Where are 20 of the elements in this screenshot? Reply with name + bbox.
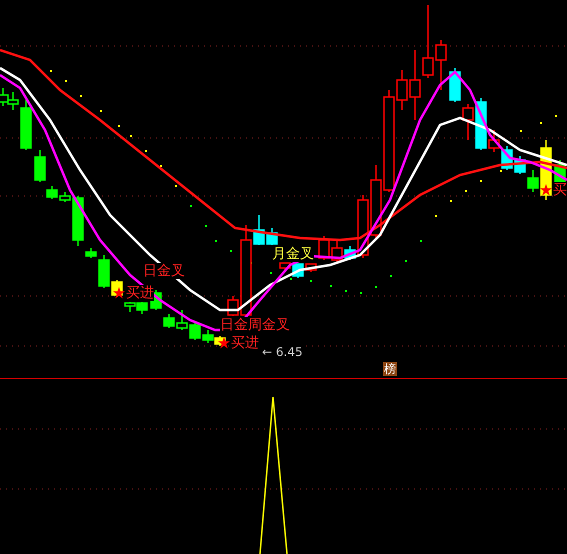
candlestick bbox=[202, 330, 214, 343]
signal-label: 买 bbox=[553, 182, 567, 198]
candlestick bbox=[46, 186, 58, 199]
signal-label: 日金叉 bbox=[143, 263, 185, 279]
candlestick bbox=[136, 302, 148, 314]
signal-label: 买进 bbox=[231, 335, 259, 351]
candlestick bbox=[176, 310, 188, 330]
candlestick bbox=[163, 314, 175, 328]
rank-badge[interactable]: 榜 bbox=[383, 362, 397, 376]
candlestick bbox=[189, 322, 201, 340]
star-icon bbox=[540, 184, 552, 196]
signal-label: 日金周金叉 bbox=[220, 317, 290, 333]
star-icon bbox=[218, 337, 230, 349]
candlestick bbox=[514, 156, 526, 174]
candlestick bbox=[449, 68, 461, 102]
candlestick bbox=[124, 302, 136, 312]
star-icon bbox=[113, 287, 125, 299]
signal-label: 月金叉 bbox=[272, 246, 314, 262]
signal-label: 买进 bbox=[126, 285, 154, 301]
candlestick bbox=[34, 150, 46, 182]
